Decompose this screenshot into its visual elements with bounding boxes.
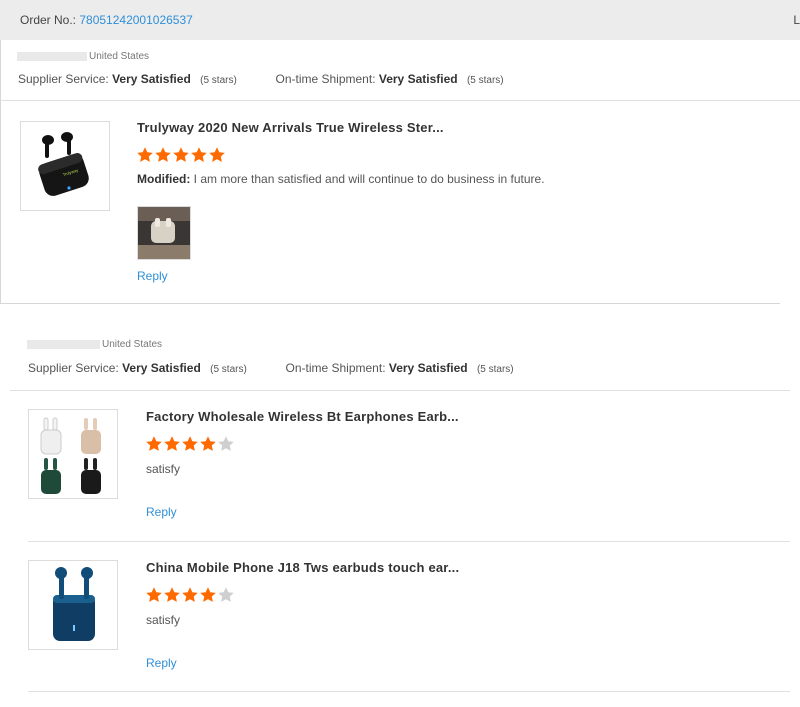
product-thumbnail[interactable] <box>28 409 118 499</box>
divider <box>28 541 790 542</box>
shipment-value: Very Satisfied <box>378 72 458 86</box>
rating-stars <box>136 146 226 164</box>
review-comment: satisfy <box>146 462 181 476</box>
product-title[interactable]: China Mobile Phone J18 Tws earbuds touch… <box>146 560 459 575</box>
order-header: Order No.: 78051242001026537 L <box>0 0 800 40</box>
order-number-label: Order No.: 78051242001026537 <box>20 13 193 27</box>
star-filled-icon <box>146 436 162 451</box>
divider <box>10 390 790 391</box>
product-thumbnail[interactable] <box>28 560 118 650</box>
reviewer-country: United States <box>27 339 162 350</box>
masked-username <box>27 339 100 349</box>
product-title[interactable]: Trulyway 2020 New Arrivals True Wireless… <box>137 120 444 135</box>
star-filled-icon <box>173 147 189 162</box>
review-photo[interactable] <box>137 206 191 260</box>
star-empty-icon <box>218 436 234 451</box>
review-comment: Modified: I am more than satisfied and w… <box>137 172 545 186</box>
comment-text: I am more than satisfied and will contin… <box>190 172 545 186</box>
country-text: United States <box>102 339 163 350</box>
service-ratings: Supplier Service: Very Satisfied (5 star… <box>18 72 504 86</box>
order-label-text: Order No.: <box>20 13 77 27</box>
star-filled-icon <box>155 147 171 162</box>
earbuds-four-colors-image <box>40 417 101 494</box>
supplier-service-value: Very Satisfied <box>122 361 201 375</box>
reply-link[interactable]: Reply <box>146 505 177 519</box>
star-filled-icon <box>200 587 216 602</box>
reply-link[interactable]: Reply <box>137 269 168 283</box>
star-filled-icon <box>164 436 180 451</box>
earbuds-blue-case-image <box>53 567 95 641</box>
star-filled-icon <box>191 147 207 162</box>
product-title[interactable]: Factory Wholesale Wireless Bt Earphones … <box>146 409 459 424</box>
earbuds-black-case-image: Trulyway <box>38 132 89 196</box>
service-ratings: Supplier Service: Very Satisfied (5 star… <box>28 361 514 375</box>
order-card: Order No.: 78051242001026537 L United St… <box>0 0 800 304</box>
modified-label: Modified: <box>137 172 191 186</box>
rating-stars <box>145 586 235 604</box>
order-number-link[interactable]: 78051242001026537 <box>79 13 192 27</box>
shipment-stars: (5 stars) <box>466 75 504 86</box>
order-header-truncated-text: L <box>793 13 800 27</box>
divider <box>28 691 790 692</box>
supplier-service-label: Supplier Service: <box>18 72 109 86</box>
reviewer-country: United States <box>17 51 149 62</box>
star-filled-icon <box>182 436 198 451</box>
star-filled-icon <box>200 436 216 451</box>
shipment-value: Very Satisfied <box>388 361 468 375</box>
rating-stars <box>145 435 235 453</box>
country-text: United States <box>89 51 150 62</box>
review-photo-image <box>138 207 190 259</box>
star-filled-icon <box>137 147 153 162</box>
star-filled-icon <box>164 587 180 602</box>
shipment-label: On-time Shipment: <box>275 72 376 86</box>
star-filled-icon <box>146 587 162 602</box>
star-filled-icon <box>209 147 225 162</box>
shipment-stars: (5 stars) <box>476 364 514 375</box>
star-empty-icon <box>218 587 234 602</box>
star-filled-icon <box>182 587 198 602</box>
supplier-service-label: Supplier Service: <box>28 361 119 375</box>
supplier-service-stars: (5 stars) <box>210 364 247 375</box>
divider <box>0 100 800 101</box>
shipment-label: On-time Shipment: <box>285 361 386 375</box>
masked-username <box>17 51 87 61</box>
supplier-service-stars: (5 stars) <box>200 75 237 86</box>
product-thumbnail[interactable]: Trulyway <box>20 121 110 211</box>
review-comment: satisfy <box>146 613 181 627</box>
supplier-service-value: Very Satisfied <box>112 72 191 86</box>
reply-link[interactable]: Reply <box>146 656 177 670</box>
